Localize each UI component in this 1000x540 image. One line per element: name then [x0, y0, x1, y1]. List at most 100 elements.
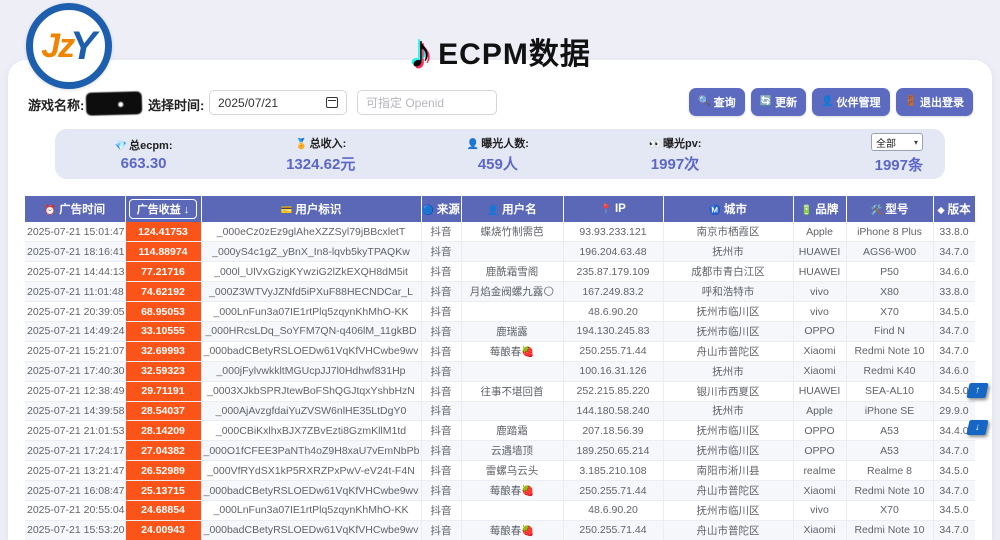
- cell-model: A53: [846, 441, 933, 461]
- cell-ip: 207.18.56.39: [563, 421, 663, 441]
- cell-brand: OPPO: [793, 321, 846, 341]
- cell-time: 2025-07-21 15:01:47: [25, 222, 125, 242]
- cell-model: AGS6-W00: [846, 242, 933, 262]
- cell-city: 呼和浩特市: [663, 282, 793, 302]
- openid-input[interactable]: [357, 90, 497, 115]
- cell-username: 鹿瑞露: [461, 321, 563, 341]
- cell-time: 2025-07-21 17:40:30: [25, 361, 125, 381]
- cell-revenue: 28.54037: [125, 401, 201, 421]
- table-row: 2025-07-21 11:01:4874.62192_000Z3WTVyJZN…: [25, 282, 975, 302]
- cell-source: 抖音: [421, 520, 461, 540]
- cell-username: 鹿酰霜雪阁: [461, 262, 563, 282]
- filter-select-value: 全部: [876, 135, 896, 150]
- cell-time: 2025-07-21 14:49:24: [25, 321, 125, 341]
- cell-revenue: 29.71191: [125, 381, 201, 401]
- cell-username: 鹿踏霜: [461, 421, 563, 441]
- source-dot-icon: 🔵: [422, 205, 434, 216]
- date-input[interactable]: 2025/07/21: [209, 90, 347, 115]
- cell-openid: _0003XJkbSPRJtewBoFShQGJtqxYshbHzN: [201, 381, 421, 401]
- id-card-icon: 💳: [281, 205, 293, 216]
- stat-total-revenue-label: 总收入:: [310, 138, 347, 150]
- cell-brand: OPPO: [793, 421, 846, 441]
- cell-ip: 167.249.83.2: [563, 282, 663, 302]
- cell-city: 南京市栖霞区: [663, 222, 793, 242]
- cell-openid: _000l_UlVxGzigKYwziG2lZkEXQH8dM5it: [201, 262, 421, 282]
- cell-brand: Xiaomi: [793, 481, 846, 501]
- table-row: 2025-07-21 17:24:1727.04382_000O1fCFEE3P…: [25, 441, 975, 461]
- calendar-icon[interactable]: [326, 97, 338, 108]
- stat-total-revenue-value: 1324.62元: [232, 153, 409, 174]
- cell-source: 抖音: [421, 321, 461, 341]
- cell-model: Find N: [846, 321, 933, 341]
- cell-brand: HUAWEI: [793, 381, 846, 401]
- logo-y-text: Y: [70, 24, 97, 69]
- scroll-bottom-button[interactable]: ↓: [966, 420, 988, 435]
- metro-icon: Ⓜ️: [709, 205, 721, 216]
- refresh-button[interactable]: 🔄 更新: [751, 88, 806, 116]
- filter-select[interactable]: 全部 ▾: [871, 133, 923, 151]
- cell-ip: 48.6.90.20: [563, 500, 663, 520]
- cell-revenue: 114.88974: [125, 242, 201, 262]
- stat-exposure-users: 👤曝光人数: 459人: [409, 135, 586, 174]
- cell-model: iPhone 8 Plus: [846, 222, 933, 242]
- tiktok-note-icon: ♪: [409, 28, 432, 74]
- col-openid: 💳用户标识: [201, 196, 421, 222]
- cell-ip: 252.215.85.220: [563, 381, 663, 401]
- cell-source: 抖音: [421, 302, 461, 322]
- col-version: ◆版本: [933, 196, 975, 222]
- cell-model: P50: [846, 262, 933, 282]
- clock-icon: ⏰: [44, 205, 56, 216]
- data-table: ⏰广告时间 广告收益 ↓ 💳用户标识 🔵来源 👤用户名 📍IP Ⓜ️城市 🔋品牌…: [25, 196, 975, 540]
- logout-button[interactable]: 🚪 退出登录: [896, 88, 973, 116]
- cell-ip: 144.180.58.240: [563, 401, 663, 421]
- cell-openid: _000eCz0zEz9glAheXZZSyl79jBBcxletT: [201, 222, 421, 242]
- game-name-censored: [86, 91, 143, 115]
- search-icon: 🔍: [698, 97, 710, 107]
- cell-model: A53: [846, 421, 933, 441]
- cell-time: 2025-07-21 20:39:05: [25, 302, 125, 322]
- revenue-sort-button[interactable]: 广告收益 ↓: [129, 199, 198, 219]
- cell-model: iPhone SE: [846, 401, 933, 421]
- scroll-top-button[interactable]: ↑: [966, 383, 988, 398]
- cell-version: 34.5.0: [933, 500, 975, 520]
- cell-ip: 250.255.71.44: [563, 520, 663, 540]
- cell-version: 34.7.0: [933, 520, 975, 540]
- cell-model: SEA-AL10: [846, 381, 933, 401]
- cell-version: 29.9.0: [933, 401, 975, 421]
- table-row: 2025-07-21 14:49:2433.10555_000HRcsLDq_S…: [25, 321, 975, 341]
- eyes-icon: 👀: [649, 139, 661, 150]
- query-button-label: 查询: [714, 94, 736, 110]
- cell-ip: 250.255.71.44: [563, 481, 663, 501]
- col-city: Ⓜ️城市: [663, 196, 793, 222]
- cell-city: 舟山市普陀区: [663, 341, 793, 361]
- cell-brand: Xiaomi: [793, 520, 846, 540]
- cell-openid: _000VfRYdSX1kP5RXRZPxPwV-eV24t-F4N: [201, 461, 421, 481]
- cell-ip: 235.87.179.109: [563, 262, 663, 282]
- cell-revenue: 33.10555: [125, 321, 201, 341]
- col-ad-time: ⏰广告时间: [25, 196, 125, 222]
- cell-time: 2025-07-21 14:39:58: [25, 401, 125, 421]
- partner-manage-button[interactable]: 👤 伙伴管理: [812, 88, 889, 116]
- cell-time: 2025-07-21 15:53:20: [25, 520, 125, 540]
- stat-exposure-pv-label: 曝光pv:: [663, 138, 702, 150]
- table-row: 2025-07-21 21:01:5328.14209_000CBiKxlhxB…: [25, 421, 975, 441]
- cell-username: 莓酿春🍓: [461, 520, 563, 540]
- cell-ip: 100.16.31.126: [563, 361, 663, 381]
- data-table-wrap: ⏰广告时间 广告收益 ↓ 💳用户标识 🔵来源 👤用户名 📍IP Ⓜ️城市 🔋品牌…: [25, 196, 975, 540]
- cell-openid: _000Z3WTVyJZNfd5iPXuF88HECNDCar_L: [201, 282, 421, 302]
- cell-time: 2025-07-21 16:08:47: [25, 481, 125, 501]
- stat-exposure-pv: 👀曝光pv: 1997次: [586, 135, 763, 174]
- query-button[interactable]: 🔍 查询: [689, 88, 744, 116]
- col-ip: 📍IP: [563, 196, 663, 222]
- cell-username: 莓酿春🍓: [461, 481, 563, 501]
- cell-source: 抖音: [421, 441, 461, 461]
- cell-version: 33.8.0: [933, 222, 975, 242]
- cell-username: 蝶烧竹制需芭: [461, 222, 563, 242]
- cell-openid: _000AjAvzgfdaiYuZVSW6nlHE35LtDgY0: [201, 401, 421, 421]
- cell-username: [461, 361, 563, 381]
- cell-brand: vivo: [793, 302, 846, 322]
- cell-version: 34.5.0: [933, 302, 975, 322]
- col-username: 👤用户名: [461, 196, 563, 222]
- cell-openid: _000CBiKxlhxBJX7ZBvEzti8GzmKllM1td: [201, 421, 421, 441]
- cell-model: Redmi Note 10: [846, 520, 933, 540]
